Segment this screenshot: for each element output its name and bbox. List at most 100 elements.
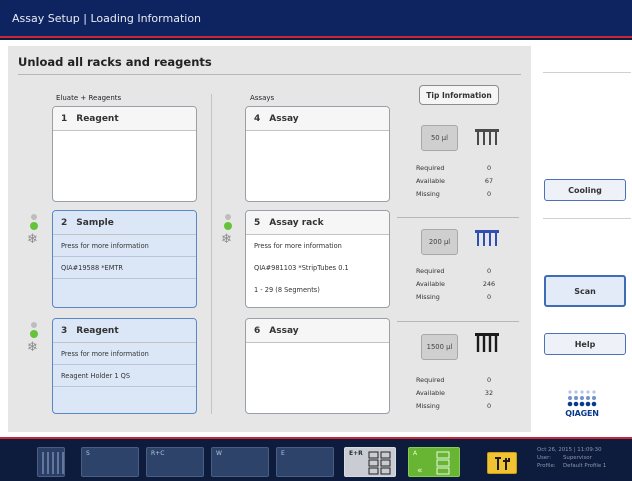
available-value: 32 (484, 389, 494, 397)
assays-column-label: Assays (250, 94, 275, 102)
available-label: Available (416, 280, 445, 288)
profile-label: Profile: (537, 463, 556, 470)
tip-information-button[interactable]: Tip Information (419, 85, 499, 105)
tip-volume-badge[interactable]: 50 µl (421, 125, 458, 151)
slot-e-button[interactable]: E (276, 447, 334, 477)
snowflake-icon: ❄ (27, 232, 38, 247)
required-value: 0 (486, 376, 492, 384)
slot-a-button[interactable]: A « (408, 447, 460, 477)
user-row: User: Supervisor (537, 454, 632, 462)
content-row: Reagent Holder 1 QS (53, 365, 196, 387)
position-3-reagent-card[interactable]: 3 Reagent Press for more information Rea… (52, 318, 197, 414)
slot-label: S (86, 450, 90, 457)
tip-section-200: 200 µl Required 0 Available 246 Missing 0 (397, 224, 527, 314)
tip-volume-badge[interactable]: 1500 µl (421, 334, 458, 360)
logo-dots-icon (567, 390, 597, 407)
position-2-indicators: ❄ (27, 214, 42, 254)
more-info-row: Press for more information (254, 242, 342, 250)
user-value: Supervisor (563, 455, 592, 462)
tip-rack-icon (475, 129, 499, 145)
content-row: QIA#981103 *StripTubes 0.1 (254, 264, 349, 272)
card-title: Assay rack (269, 217, 324, 228)
heading-divider (18, 74, 521, 75)
position-2-sample-card[interactable]: 2 Sample Press for more information QIA#… (52, 210, 197, 308)
sidebar-divider (543, 218, 631, 219)
logo-wordmark: QIAGEN (565, 409, 599, 418)
panel-heading: Unload all racks and reagents (18, 55, 212, 69)
status-dot-on (30, 330, 38, 338)
available-value: 246 (482, 280, 496, 288)
loading-panel: Unload all racks and reagents Eluate + R… (8, 46, 531, 432)
position-3-indicators: ❄ (27, 322, 42, 362)
card-title: Sample (76, 217, 114, 228)
tip-volume-badge[interactable]: 200 µl (421, 229, 458, 255)
screen: Assay Setup | Loading Information Unload… (0, 0, 632, 481)
slot-label: W (216, 450, 222, 457)
status-dot-off (31, 214, 37, 220)
status-dot-off (31, 322, 37, 328)
drawer-overview-button[interactable] (37, 447, 65, 477)
missing-label: Missing (416, 402, 440, 410)
title-bar: Assay Setup | Loading Information (0, 0, 632, 38)
slot-e-r-button[interactable]: E+R (344, 447, 396, 477)
card-title: Reagent (76, 325, 119, 336)
position-number: 3 (61, 325, 68, 336)
required-value: 0 (486, 164, 492, 172)
missing-value: 0 (486, 190, 492, 198)
cooling-button[interactable]: Cooling (544, 179, 626, 201)
card-header: 2 Sample (53, 211, 196, 235)
position-4-assay-card[interactable]: 4 Assay (245, 106, 390, 202)
tip-rack-bar (475, 333, 499, 336)
position-6-assay-card[interactable]: 6 Assay (245, 318, 390, 414)
snowflake-icon: ❄ (27, 340, 38, 355)
tip-rack-icon (475, 230, 499, 246)
rack-layout-icon (368, 451, 391, 475)
scan-button[interactable]: Scan (544, 275, 626, 307)
missing-value: 0 (486, 402, 492, 410)
card-header: 4 Assay (246, 107, 389, 131)
profile-row: Profile: Default Profile 1 (537, 462, 632, 470)
position-number: 1 (61, 113, 68, 124)
card-header: 5 Assay rack (246, 211, 389, 235)
more-info-row: Press for more information (53, 343, 196, 365)
tip-section-50: 50 µl Required 0 Available 67 Missing 0 (397, 120, 527, 210)
svg-text:«: « (417, 466, 423, 476)
slot-s-button[interactable]: S (81, 447, 139, 477)
snowflake-icon: ❄ (221, 232, 232, 247)
required-label: Required (416, 164, 445, 172)
slot-w-button[interactable]: W (211, 447, 269, 477)
column-divider (211, 94, 212, 414)
help-button[interactable]: Help (544, 333, 626, 355)
required-label: Required (416, 376, 445, 384)
profile-value: Default Profile 1 (563, 463, 607, 470)
content-row: QIA#19588 *EMTR (53, 257, 196, 279)
position-number: 6 (254, 325, 261, 336)
tip-rack-bar (475, 230, 499, 233)
segments-row: 1 - 29 (8 Segments) (254, 286, 320, 294)
required-value: 0 (486, 267, 492, 275)
session-status: Oct 26, 2015 | 11:09:30 User: Supervisor … (537, 446, 632, 471)
tip-section-1500: 1500 µl Required 0 Available 32 Missing 0 (397, 328, 527, 418)
status-dot-on (30, 222, 38, 230)
card-header: 6 Assay (246, 319, 389, 343)
content-area: Unload all racks and reagents Eluate + R… (0, 40, 632, 437)
tools-button[interactable] (487, 452, 517, 474)
action-sidebar: Cooling Scan Help QIAGEN (535, 46, 632, 432)
position-5-assay-rack-card[interactable]: 5 Assay rack Press for more information … (245, 210, 390, 308)
sidebar-divider (543, 72, 631, 73)
window-title: Assay Setup | Loading Information (12, 12, 202, 25)
missing-label: Missing (416, 190, 440, 198)
slot-label: E (281, 450, 285, 457)
tip-rack-bar (475, 129, 499, 132)
position-5-indicators: ❄ (221, 214, 236, 254)
slot-r-c-button[interactable]: R+C (146, 447, 204, 477)
card-title: Reagent (76, 113, 119, 124)
required-label: Required (416, 267, 445, 275)
available-value: 67 (484, 177, 494, 185)
missing-label: Missing (416, 293, 440, 301)
position-number: 2 (61, 217, 68, 228)
card-title: Assay (269, 325, 299, 336)
card-header: 3 Reagent (53, 319, 196, 343)
position-1-reagent-card[interactable]: 1 Reagent (52, 106, 197, 202)
card-title: Assay (269, 113, 299, 124)
